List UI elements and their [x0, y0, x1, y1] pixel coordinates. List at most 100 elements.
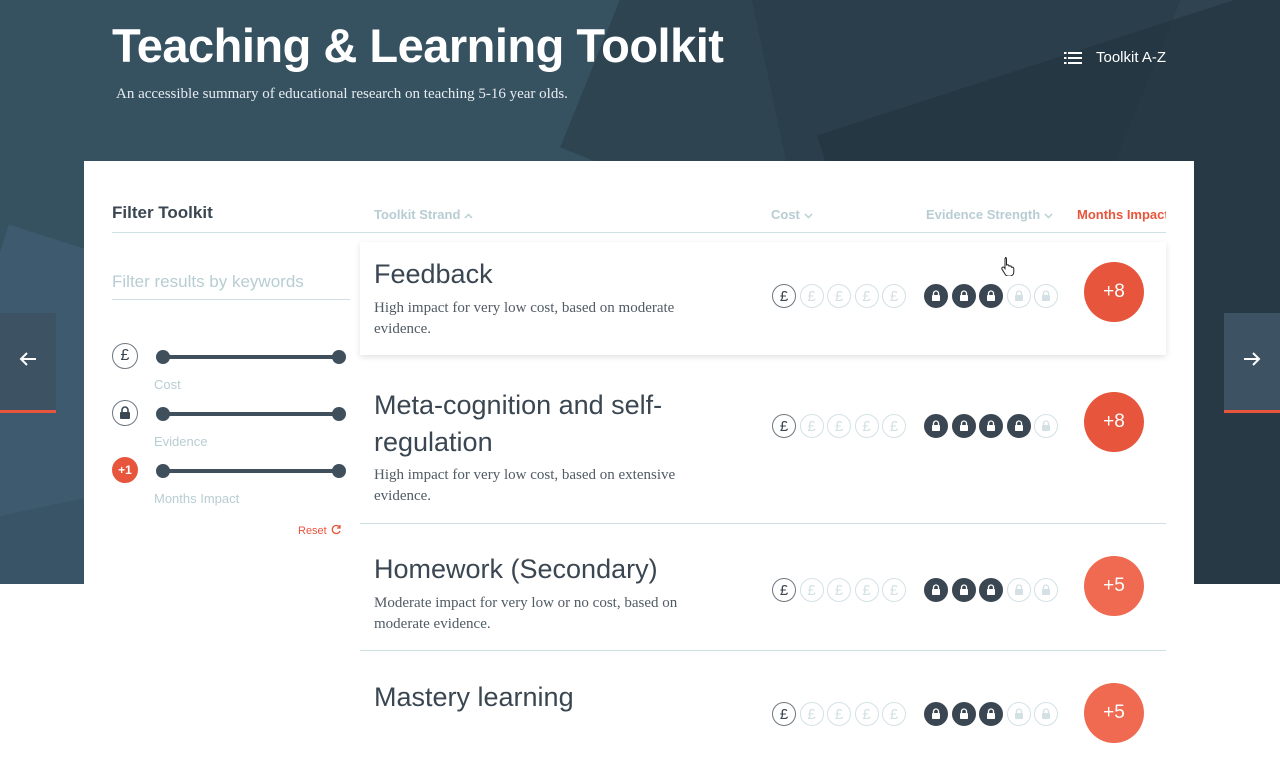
- column-label: Cost: [771, 207, 800, 222]
- arrow-right-icon: [1242, 351, 1262, 372]
- evidence-rating: [924, 702, 1058, 726]
- lock-icon: [951, 578, 976, 602]
- pound-icon-inactive: £: [799, 702, 824, 726]
- pound-icon-inactive: £: [854, 414, 879, 438]
- header-divider: [112, 232, 1166, 233]
- column-label: Evidence Strength: [926, 207, 1041, 222]
- lock-icon: [112, 400, 138, 426]
- reset-label: Reset: [298, 525, 327, 537]
- reset-filters-link[interactable]: Reset: [298, 524, 342, 538]
- sort-toolkit-strand[interactable]: Toolkit Strand: [374, 207, 473, 222]
- refresh-icon: [331, 524, 342, 538]
- lock-icon-inactive: [1006, 284, 1031, 308]
- cost-rating: £ £ £ £ £: [772, 414, 906, 438]
- lock-icon-inactive: [1006, 702, 1031, 726]
- sort-months-impact[interactable]: Months Impact: [1077, 207, 1166, 222]
- sort-cost[interactable]: Cost: [771, 207, 813, 222]
- pound-icon: £: [772, 578, 796, 602]
- slider-track: [160, 412, 338, 416]
- pound-icon-inactive: £: [827, 578, 851, 602]
- months-impact-badge[interactable]: +5: [1084, 683, 1144, 743]
- pound-icon-inactive: £: [799, 578, 824, 602]
- months-impact-range-slider[interactable]: +1 Months Impact: [112, 457, 348, 506]
- slider-label: Evidence: [154, 434, 208, 449]
- pound-icon-inactive: £: [882, 414, 906, 438]
- strand-title[interactable]: Feedback: [374, 256, 493, 293]
- slider-track: [160, 355, 338, 359]
- lock-icon: [979, 414, 1003, 438]
- lock-icon-inactive: [1034, 578, 1058, 602]
- row-divider: [360, 523, 1166, 524]
- previous-arrow-button[interactable]: [0, 313, 56, 413]
- pound-icon-inactive: £: [827, 702, 851, 726]
- toolkit-az-label: Toolkit A-Z: [1096, 49, 1167, 66]
- evidence-range-slider[interactable]: Evidence: [112, 400, 348, 449]
- lock-icon: [951, 702, 976, 726]
- strand-row-feedback[interactable]: Feedback High impact for very low cost, …: [360, 242, 1166, 355]
- strand-row-meta-cognition[interactable]: Meta-cognition and self-regulation High …: [360, 373, 1166, 523]
- strand-title[interactable]: Meta-cognition and self-regulation: [374, 387, 714, 461]
- chevron-down-icon: [804, 207, 813, 222]
- column-label: Toolkit Strand: [374, 207, 461, 222]
- next-arrow-button[interactable]: [1224, 313, 1280, 413]
- lock-icon: [979, 702, 1003, 726]
- pound-icon-inactive: £: [827, 284, 851, 308]
- lock-icon-inactive: [1006, 578, 1031, 602]
- hand-pointer-cursor-icon: [1000, 256, 1016, 281]
- lock-icon: [979, 284, 1003, 308]
- pound-icon: £: [112, 343, 138, 369]
- months-impact-badge[interactable]: +8: [1084, 392, 1144, 452]
- pound-icon-inactive: £: [882, 578, 906, 602]
- column-label: Months Impact: [1077, 207, 1166, 222]
- strand-row-homework-secondary[interactable]: Homework (Secondary) Moderate impact for…: [360, 537, 1166, 649]
- keyword-search-input[interactable]: [112, 265, 350, 300]
- lock-icon-inactive: [1034, 284, 1058, 308]
- page-subtitle: An accessible summary of educational res…: [116, 86, 568, 102]
- cost-rating: £ £ £ £ £: [772, 578, 906, 602]
- pound-icon: £: [772, 284, 796, 308]
- months-impact-badge[interactable]: +8: [1084, 262, 1144, 322]
- lock-icon: [924, 414, 948, 438]
- lock-icon-inactive: [1034, 414, 1058, 438]
- lock-icon: [951, 284, 976, 308]
- slider-min-handle[interactable]: [156, 350, 170, 364]
- strand-row-mastery-learning[interactable]: Mastery learning £ £ £ £ £ +5: [360, 665, 1166, 755]
- strand-description: Moderate impact for very low or no cost,…: [374, 595, 678, 632]
- lock-icon: [1006, 414, 1031, 438]
- evidence-rating: [924, 578, 1058, 602]
- pound-icon-inactive: £: [854, 578, 879, 602]
- toolkit-az-link[interactable]: Toolkit A-Z: [1064, 49, 1166, 66]
- lock-icon: [924, 284, 948, 308]
- slider-label: Cost: [154, 377, 181, 392]
- slider-label: Months Impact: [154, 491, 240, 506]
- cost-rating: £ £ £ £ £: [772, 284, 906, 308]
- pound-icon-inactive: £: [799, 284, 824, 308]
- toolkit-panel: Filter Toolkit Toolkit Strand Cost Evide…: [84, 161, 1194, 761]
- strand-title[interactable]: Homework (Secondary): [374, 551, 658, 588]
- lock-icon: [924, 578, 948, 602]
- pound-icon-inactive: £: [827, 414, 851, 438]
- chevron-up-icon: [464, 207, 473, 222]
- pound-icon-inactive: £: [854, 284, 879, 308]
- pound-icon-inactive: £: [854, 702, 879, 726]
- chevron-down-icon: [1044, 207, 1053, 222]
- slider-min-handle[interactable]: [156, 407, 170, 421]
- months-impact-badge[interactable]: +5: [1084, 556, 1144, 616]
- pound-icon-inactive: £: [799, 414, 824, 438]
- lock-icon: [979, 578, 1003, 602]
- page-title: Teaching & Learning Toolkit: [112, 19, 724, 72]
- months-impact-badge: +1: [112, 457, 138, 483]
- strand-description: High impact for very low cost, based on …: [374, 300, 675, 337]
- cost-range-slider[interactable]: £ Cost: [112, 343, 348, 392]
- strand-title[interactable]: Mastery learning: [374, 679, 574, 716]
- pound-icon: £: [772, 702, 796, 726]
- pound-icon-inactive: £: [882, 284, 906, 308]
- sort-evidence-strength[interactable]: Evidence Strength: [926, 207, 1053, 222]
- lock-icon-inactive: [1034, 702, 1058, 726]
- cost-rating: £ £ £ £ £: [772, 702, 906, 726]
- slider-max-handle[interactable]: [332, 407, 346, 421]
- slider-max-handle[interactable]: [332, 464, 346, 478]
- slider-min-handle[interactable]: [156, 464, 170, 478]
- slider-max-handle[interactable]: [332, 350, 346, 364]
- evidence-rating: [924, 284, 1058, 308]
